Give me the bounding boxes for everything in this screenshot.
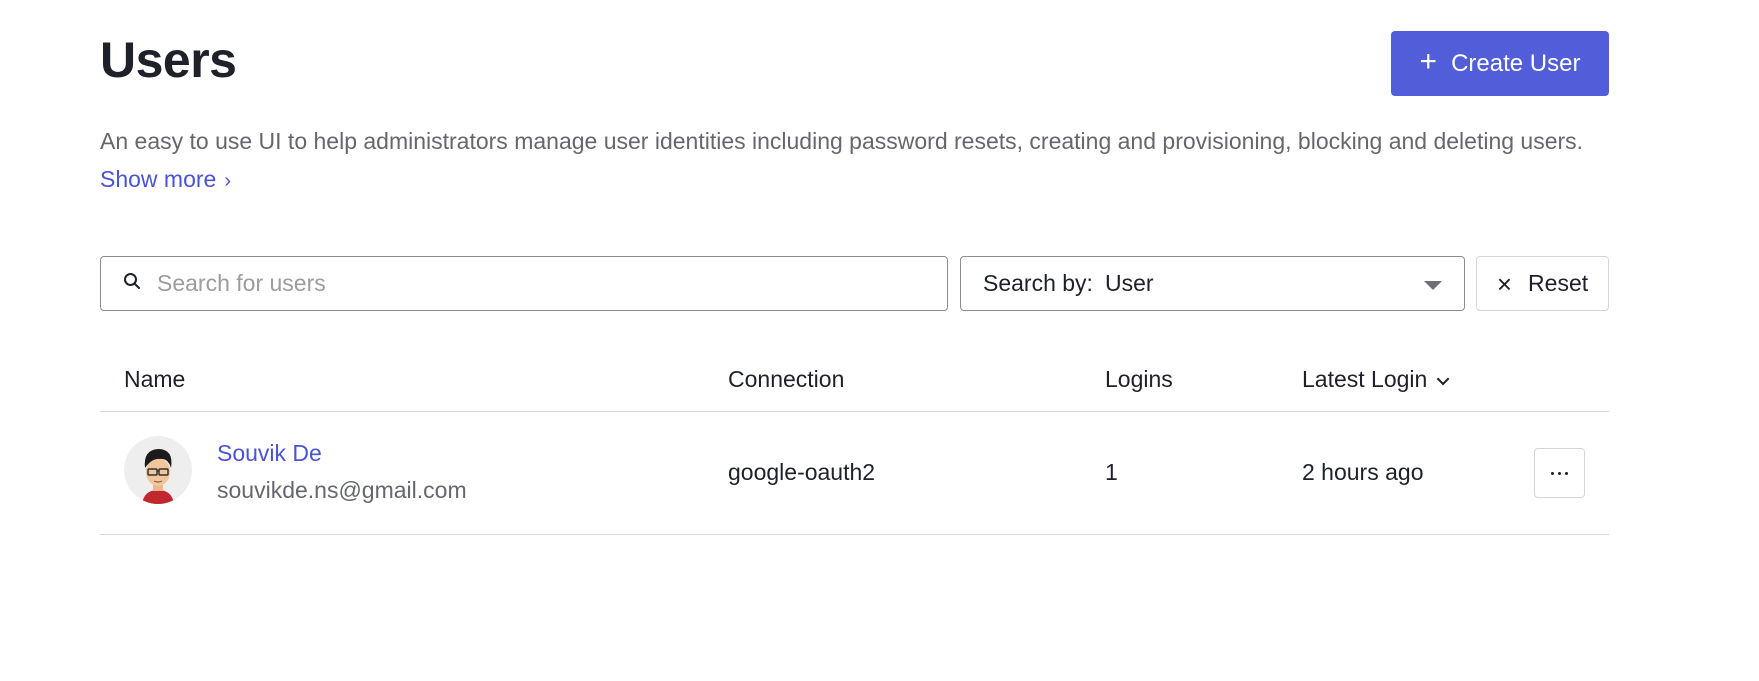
page-description: An easy to use UI to help administrators…: [100, 122, 1620, 200]
search-by-select[interactable]: Search by: User: [960, 256, 1465, 311]
cell-logins: 1: [1105, 459, 1118, 485]
more-dot-icon: [1551, 471, 1554, 475]
column-header-logins: Logins: [1105, 366, 1173, 392]
column-header-connection: Connection: [728, 366, 845, 392]
avatar: [124, 436, 192, 504]
cell-connection: google-oauth2: [728, 459, 876, 485]
more-dot-icon: [1558, 471, 1561, 475]
table-row: Souvik De souvikde.ns@gmail.com google-o…: [100, 412, 1609, 535]
chevron-right-icon: ›: [224, 170, 231, 192]
search-input[interactable]: [157, 270, 937, 297]
reset-button[interactable]: × Reset: [1476, 256, 1609, 311]
search-by-label: Search by:: [983, 270, 1093, 296]
column-header-latest-login[interactable]: Latest Login: [1302, 366, 1450, 393]
search-by-value: User: [1104, 270, 1154, 296]
users-table: Name Connection Logins Latest Login Souv…: [100, 355, 1609, 535]
close-icon: ×: [1496, 268, 1513, 299]
search-icon: [123, 272, 141, 295]
create-user-button[interactable]: + Create User: [1391, 31, 1609, 96]
column-header-name: Name: [124, 366, 186, 392]
row-actions-button[interactable]: [1534, 448, 1585, 498]
show-more-link[interactable]: Show more ›: [100, 166, 231, 192]
page-title: Users: [100, 32, 237, 88]
cell-latest-login: 2 hours ago: [1302, 459, 1424, 485]
more-dot-icon: [1565, 471, 1568, 475]
user-name-link[interactable]: Souvik De: [217, 440, 322, 467]
table-header: Name Connection Logins Latest Login: [100, 355, 1609, 412]
description-text: An easy to use UI to help administrators…: [100, 128, 1584, 154]
latest-login-label: Latest Login: [1302, 366, 1428, 392]
plus-icon: +: [1419, 45, 1438, 78]
show-more-label: Show more: [100, 166, 217, 192]
caret-down-icon: [1424, 281, 1442, 290]
user-email: souvikde.ns@gmail.com: [217, 477, 467, 503]
reset-label: Reset: [1528, 270, 1589, 296]
search-field[interactable]: [100, 256, 948, 311]
chevron-down-icon: [1436, 372, 1450, 386]
create-user-label: Create User: [1451, 49, 1581, 77]
